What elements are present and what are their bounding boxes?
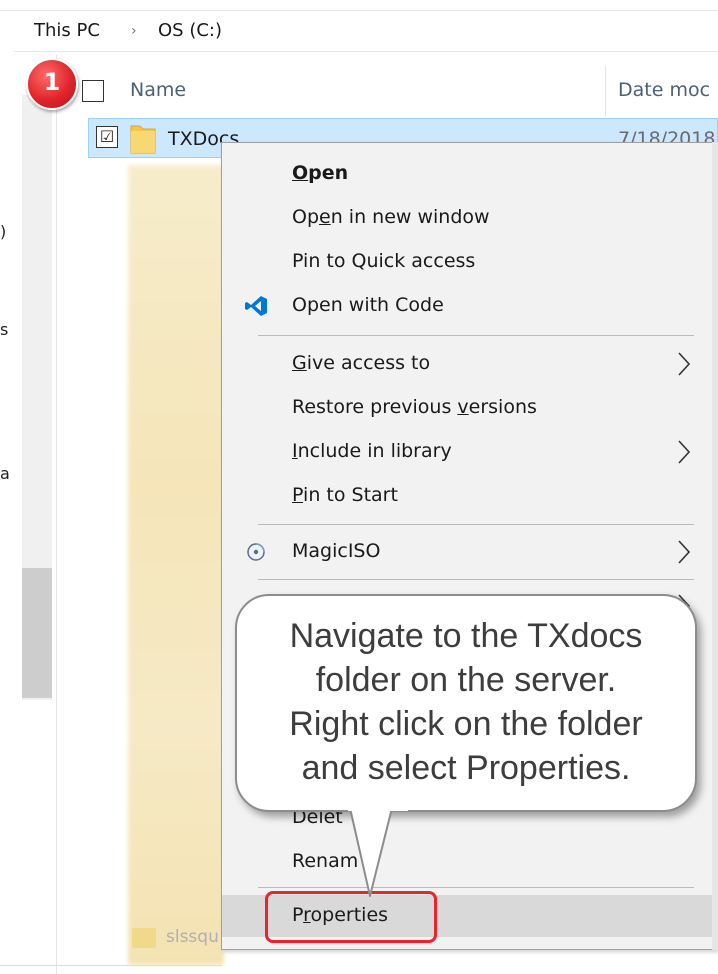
step-number: 1 [43,68,61,96]
column-header-separator[interactable] [605,66,606,116]
folder-icon [132,928,156,948]
callout-line: folder on the server. [315,661,617,699]
callout-tail [348,806,408,897]
list-item-partial[interactable]: slssqu [166,927,219,947]
menu-separator [258,524,694,525]
menu-item-open[interactable]: Open [222,153,717,195]
menu-item-rename[interactable]: Renam [222,841,717,883]
menu-item-label: MagicISO [292,540,381,562]
nav-scrollbar-thumb[interactable] [22,568,52,698]
callout-line: Navigate to the TXdocs [289,617,643,655]
menu-item-include-library[interactable]: Include in library [222,431,717,473]
nav-item-partial[interactable]: ) [0,222,6,241]
menu-item-open-new-window[interactable]: Open in new window [222,197,717,239]
menu-item-label: Pin to Quick access [292,250,476,272]
nav-item-partial[interactable]: a [0,464,10,483]
menu-item-label: Include in library [292,440,452,462]
select-all-checkbox[interactable] [82,80,104,102]
breadcrumb-this-pc[interactable]: This PC [34,20,100,41]
vscode-icon [245,296,267,316]
menu-item-label: Restore previous versions [292,396,537,418]
menu-separator [258,335,694,336]
status-divider [0,965,222,966]
menu-item-pin-quick-access[interactable]: Pin to Quick access [222,241,717,283]
nav-pane-divider[interactable] [56,55,57,974]
chevron-right-icon [678,352,691,376]
menu-separator [258,887,694,888]
menu-item-restore-versions[interactable]: Restore previous versions [222,387,717,429]
breadcrumb-divider [14,51,718,52]
breadcrumb-os-c[interactable]: OS (C:) [158,20,222,41]
row-checkbox[interactable]: ☑ [96,126,118,148]
menu-item-label: Open with Code [292,294,444,316]
callout-text: Navigate to the TXdocs folder on the ser… [235,614,697,790]
step-badge: 1 [26,58,78,110]
menu-item-pin-start[interactable]: Pin to Start [222,475,717,517]
menu-right-edge [712,142,718,950]
column-header-date[interactable]: Date moc [618,79,710,101]
menu-item-label: Give access to [292,352,431,374]
breadcrumb: This PC › OS (C:) [0,11,718,51]
menu-item-label: Open in new window [292,206,490,228]
column-header-name[interactable]: Name [130,79,186,101]
breadcrumb-separator[interactable]: › [131,23,137,39]
menu-separator [258,579,694,580]
callout-line: Right click on the folder [289,705,643,743]
menu-item-open-with-code[interactable]: Open with Code [222,285,717,327]
menu-item-label: Pin to Start [292,484,398,506]
menu-item-give-access[interactable]: Give access to [222,343,717,385]
magiciso-icon [247,543,265,561]
callout-line: and select Properties. [301,749,631,787]
menu-item-label: Open [292,162,349,184]
blurred-file-list [128,165,224,965]
chevron-right-icon [678,440,691,464]
context-menu: Open Open in new window Pin to Quick acc… [221,142,718,950]
chevron-right-icon [678,540,691,564]
menu-item-magiciso[interactable]: MagicISO [222,531,717,573]
nav-item-partial[interactable]: s [0,320,8,339]
folder-icon [130,125,156,154]
properties-highlight [265,891,437,943]
